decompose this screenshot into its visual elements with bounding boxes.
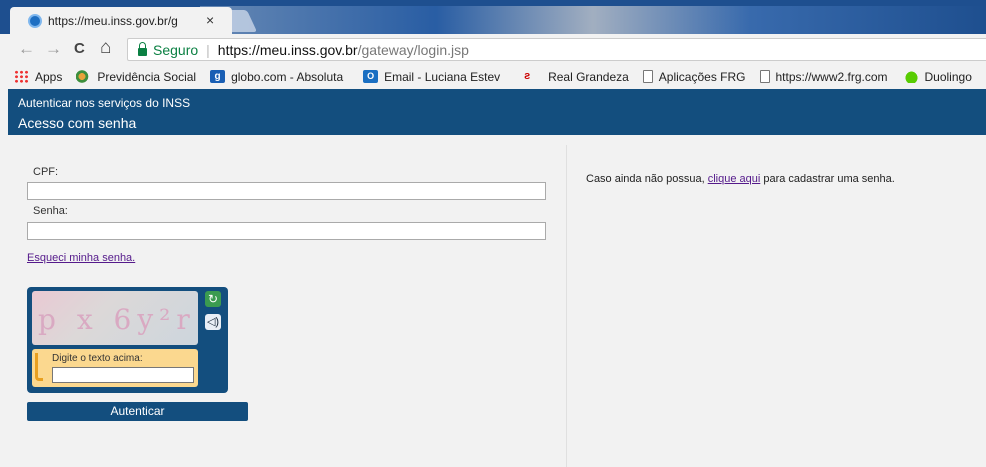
column-divider — [566, 145, 567, 467]
bookmark-apps[interactable]: Apps — [14, 70, 62, 84]
senha-field[interactable] — [27, 222, 546, 240]
real-grandeza-icon: ƨ — [524, 70, 531, 82]
bookmark-duolingo[interactable]: Duolingo — [903, 69, 972, 84]
secure-label: Seguro — [153, 41, 199, 58]
page-icon — [642, 70, 653, 83]
register-prefix: Caso ainda não possua, — [586, 173, 708, 185]
url-host: https://meu.inss.gov.br — [217, 41, 358, 58]
address-bar[interactable]: Seguro | https://meu.inss.gov.br/gateway… — [127, 38, 986, 61]
bookmark-label: Apps — [35, 69, 63, 84]
page-icon — [759, 70, 770, 83]
lock-icon — [138, 41, 147, 56]
audio-icon[interactable]: ◁) — [205, 314, 221, 330]
browser-window: https://meu.inss.gov.br/g × ← → C ⌂ Segu… — [0, 0, 986, 467]
arrow-icon — [35, 353, 43, 381]
bookmarks-bar: Apps Previdência Social g globo.com - Ab… — [0, 64, 986, 89]
authenticate-button[interactable]: Autenticar — [27, 402, 248, 421]
url-path: /gateway/login.jsp — [357, 41, 469, 58]
bookmark-label: Email - Luciana Estev — [384, 69, 501, 84]
address-separator: | — [206, 41, 210, 58]
bookmark-email[interactable]: O Email - Luciana Estev — [363, 70, 510, 84]
page-title: Acesso com senha — [18, 115, 137, 131]
bookmark-label: Previdência Social — [97, 69, 197, 84]
bookmark-label: globo.com - Absoluta — [231, 69, 344, 84]
tab-strip: https://meu.inss.gov.br/g × — [0, 0, 986, 34]
captcha-prompt: Digite o texto acima: — [52, 353, 143, 364]
bookmark-previdencia[interactable]: Previdência Social — [76, 70, 196, 84]
previdencia-icon — [76, 70, 92, 83]
home-icon[interactable]: ⌂ — [100, 37, 111, 59]
register-text: Caso ainda não possua, clique aqui para … — [586, 173, 895, 185]
globo-icon: g — [210, 70, 226, 83]
captcha-image: p x 6y²r — [32, 291, 198, 345]
captcha-widget: p x 6y²r ↻ ◁) Digite o texto acima: — [27, 287, 228, 393]
senha-label: Senha: — [33, 205, 68, 217]
back-icon[interactable]: ← — [18, 39, 35, 59]
inss-favicon-icon — [28, 13, 42, 28]
outlook-icon: O — [363, 70, 379, 83]
browser-toolbar: ← → C ⌂ Seguro | https://meu.inss.gov.br… — [0, 34, 986, 64]
tab-close-icon[interactable]: × — [206, 12, 214, 28]
tab-strip-background — [200, 6, 986, 34]
cpf-field[interactable] — [27, 182, 546, 200]
reload-icon[interactable]: C — [74, 40, 85, 57]
duolingo-icon — [903, 70, 919, 83]
refresh-icon[interactable]: ↻ — [205, 291, 221, 307]
captcha-text: p x 6y²r — [38, 303, 196, 336]
header-subtitle: Autenticar nos serviços do INSS — [18, 96, 191, 110]
bookmark-aplicacoes[interactable]: Aplicações FRG — [642, 69, 746, 84]
apps-icon — [14, 70, 29, 83]
bookmark-label: Real Grandeza — [548, 69, 629, 84]
bookmark-real-grandeza[interactable]: ƨ Real Grandeza — [524, 70, 629, 84]
bookmark-globo[interactable]: g globo.com - Absoluta — [210, 70, 349, 84]
tab-active[interactable]: https://meu.inss.gov.br/g × — [10, 7, 232, 34]
cpf-label: CPF: — [33, 166, 59, 178]
tab-title: https://meu.inss.gov.br/g — [48, 13, 178, 28]
captcha-field[interactable] — [52, 367, 194, 383]
bookmark-label: Aplicações FRG — [658, 69, 746, 84]
page-content: Autenticar nos serviços do INSS Acesso c… — [0, 89, 986, 467]
register-link[interactable]: clique aqui — [708, 173, 761, 185]
forgot-password-link[interactable]: Esqueci minha senha. — [27, 252, 135, 264]
bookmark-label: Duolingo — [924, 69, 972, 84]
bookmark-frg[interactable]: https://www2.frg.com — [759, 69, 890, 84]
register-suffix: para cadastrar uma senha. — [760, 173, 895, 185]
forward-icon[interactable]: → — [45, 39, 62, 59]
bookmark-label: https://www2.frg.com — [775, 69, 888, 84]
captcha-input-box: Digite o texto acima: — [32, 349, 198, 387]
page-header: Autenticar nos serviços do INSS Acesso c… — [8, 89, 986, 135]
